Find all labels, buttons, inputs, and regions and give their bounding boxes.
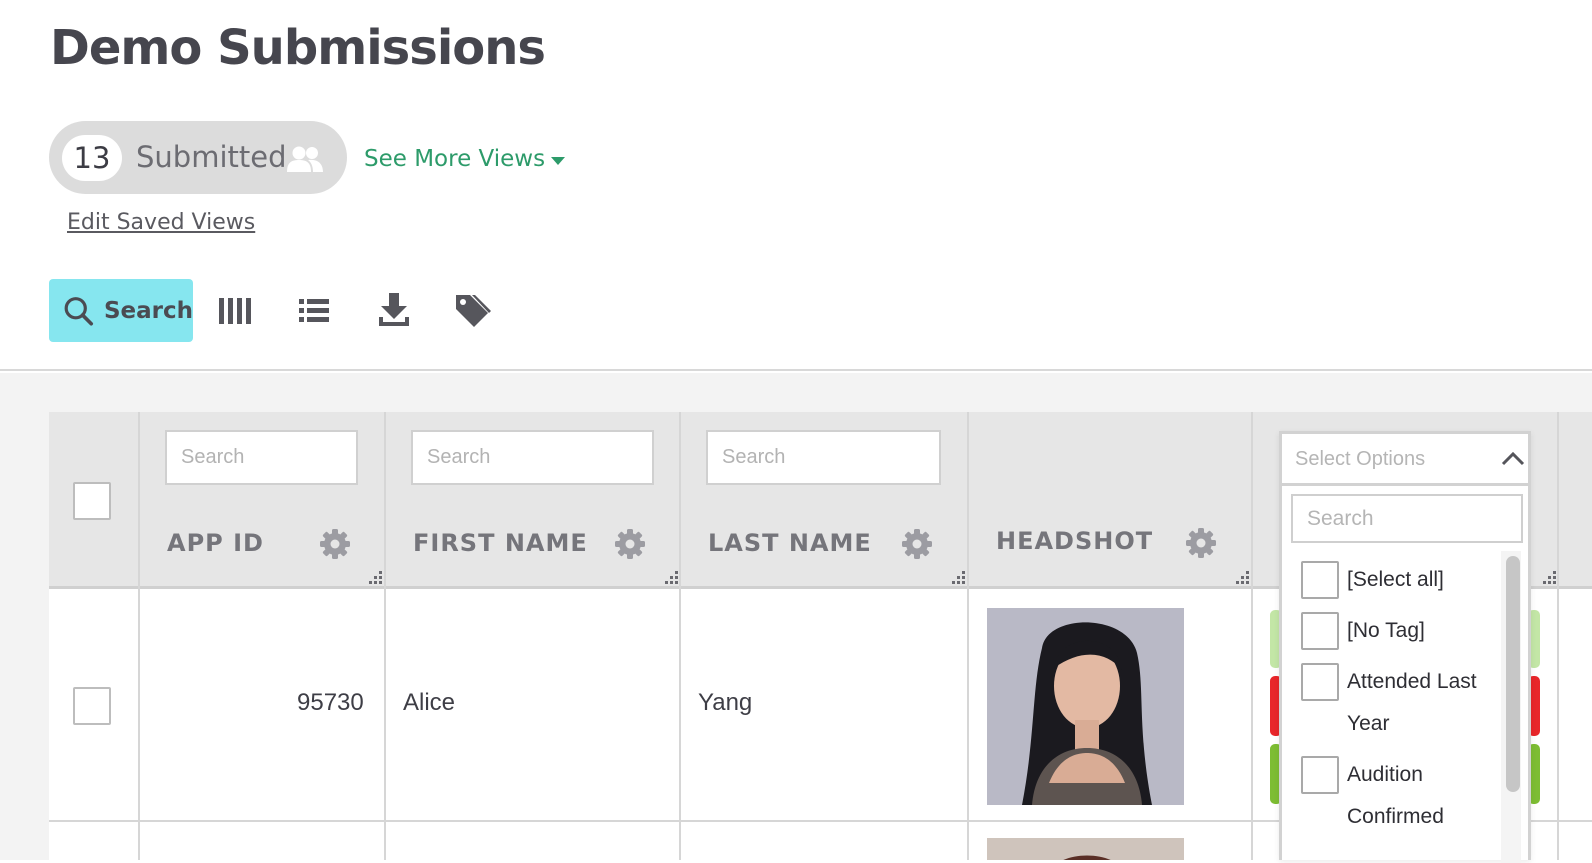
tag-option-audition-confirmed[interactable]: Audition Confirmed [1301, 756, 1487, 838]
caret-down-icon [551, 157, 566, 165]
tag-icon[interactable] [450, 290, 494, 332]
column-divider [967, 412, 969, 860]
first-name-column-settings-gear-icon[interactable] [614, 528, 646, 560]
last-name-column-settings-gear-icon[interactable] [901, 528, 933, 560]
download-icon[interactable] [372, 290, 416, 332]
last-name-cell: Yang [698, 689, 753, 716]
tag-option-checkbox[interactable] [1301, 663, 1339, 701]
tag-option-checkbox[interactable] [1301, 756, 1339, 794]
submission-count-badge: 13 [62, 135, 122, 181]
tag-option-label: [No Tag] [1347, 619, 1425, 642]
tag-option-checkbox[interactable] [1301, 561, 1339, 599]
first-name-cell: Alice [403, 689, 456, 716]
column-resize-handle-icon[interactable] [665, 571, 679, 585]
page-header: Demo Submissions 13 Submitted See More V… [0, 0, 1592, 371]
users-icon [287, 146, 323, 172]
first-name-filter-input[interactable] [411, 430, 654, 485]
column-resize-handle-icon[interactable] [1543, 571, 1557, 585]
app-id-column-settings-gear-icon[interactable] [319, 528, 351, 560]
column-header-last-name[interactable]: LAST NAME [708, 529, 872, 557]
tag-filter-select[interactable]: Select Options [1282, 434, 1528, 486]
headshot-image[interactable] [987, 608, 1184, 805]
column-resize-handle-icon[interactable] [369, 571, 383, 585]
tag-option-checkbox[interactable] [1301, 612, 1339, 650]
headshot-column-settings-gear-icon[interactable] [1185, 527, 1217, 559]
headshot-image[interactable] [987, 838, 1184, 860]
edit-saved-views-link[interactable]: Edit Saved Views [67, 210, 255, 235]
tag-option-no-tag[interactable]: [No Tag] [1301, 612, 1487, 652]
column-resize-handle-icon[interactable] [1236, 571, 1250, 585]
options-scrollbar-thumb[interactable] [1506, 556, 1520, 792]
tag-options-search-input[interactable] [1291, 494, 1523, 543]
tag-option-select-all[interactable]: [Select all] [1301, 561, 1487, 601]
app-id-cell: 95730 [297, 689, 364, 716]
tag-option-label: [Select all] [1347, 568, 1444, 591]
select-options-placeholder: Select Options [1295, 448, 1426, 470]
last-name-filter-input[interactable] [706, 430, 941, 485]
chevron-up-icon[interactable] [1500, 449, 1526, 467]
column-header-headshot[interactable]: HEADSHOT [996, 527, 1153, 555]
tag-option-label: Attended Last Year [1347, 670, 1477, 735]
see-more-views-label: See More Views [364, 146, 546, 172]
column-resize-handle-icon[interactable] [952, 571, 966, 585]
current-view-label: Submitted [136, 140, 287, 174]
saved-view-selector[interactable]: 13 Submitted [49, 121, 347, 194]
search-icon [64, 296, 94, 326]
search-button[interactable]: Search [49, 279, 193, 342]
column-divider [384, 412, 386, 860]
columns-icon[interactable] [215, 290, 259, 332]
search-button-label: Search [103, 297, 193, 324]
column-header-app-id[interactable]: APP ID [167, 529, 264, 557]
select-all-rows-checkbox[interactable] [73, 482, 111, 520]
tag-option-label: Audition Confirmed [1347, 763, 1444, 828]
tag-option-attended-last-year[interactable]: Attended Last Year [1301, 663, 1487, 745]
column-divider [1251, 412, 1253, 860]
tag-filter-dropdown: Select Options [Select all] [No Tag] Att… [1279, 431, 1531, 863]
see-more-views-link[interactable]: See More Views [364, 146, 566, 172]
column-header-first-name[interactable]: FIRST NAME [413, 529, 588, 557]
app-id-filter-input[interactable] [165, 430, 358, 485]
column-divider [1557, 412, 1559, 860]
row-select-checkbox[interactable] [73, 687, 111, 725]
list-icon[interactable] [292, 290, 336, 332]
column-divider [138, 412, 140, 860]
page-title: Demo Submissions [50, 20, 546, 76]
column-divider [679, 412, 681, 860]
